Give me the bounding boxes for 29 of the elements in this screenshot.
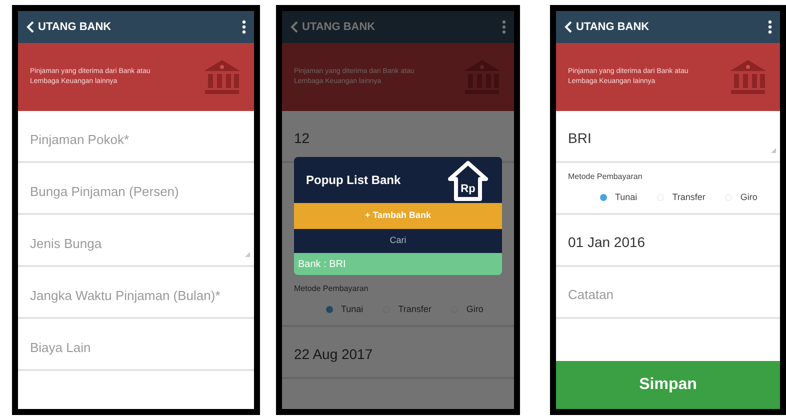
radio-option[interactable]: Giro bbox=[451, 303, 484, 316]
radio-option[interactable]: Tunai bbox=[326, 303, 364, 316]
more-options-icon[interactable] bbox=[242, 20, 246, 34]
payment-method-label: Metode Pembayaran bbox=[568, 171, 644, 183]
input-field[interactable]: Catatan bbox=[556, 266, 780, 318]
bank-icon bbox=[728, 57, 768, 97]
more-options-icon[interactable] bbox=[768, 20, 772, 34]
resize-corner-icon bbox=[245, 252, 250, 257]
house-icon: Rp bbox=[446, 159, 490, 201]
radio-option[interactable]: Tunai bbox=[600, 191, 638, 204]
popup-title: Popup List Bank bbox=[306, 172, 401, 189]
radio-option[interactable]: Giro bbox=[725, 191, 758, 204]
header-title: UTANG BANK bbox=[38, 20, 112, 35]
header-title: UTANG BANK bbox=[576, 20, 650, 35]
input-field[interactable]: 01 Jan 2016 bbox=[556, 214, 780, 266]
payment-method-label: Metode Pembayaran bbox=[294, 283, 370, 295]
bank-list-item[interactable]: Bank : BRI bbox=[294, 253, 502, 275]
add-bank-button[interactable]: + Tambah Bank bbox=[294, 203, 502, 229]
search-field[interactable]: Cari bbox=[294, 229, 502, 253]
back-icon[interactable] bbox=[564, 21, 572, 33]
header-title: UTANG BANK bbox=[302, 20, 376, 35]
save-button[interactable]: Simpan bbox=[556, 361, 780, 409]
bank-icon bbox=[202, 57, 242, 97]
input-field[interactable]: 22 Aug 2017 bbox=[282, 326, 514, 378]
radio-option[interactable]: Transfer bbox=[657, 191, 706, 204]
back-icon[interactable] bbox=[26, 21, 34, 33]
radio-option[interactable]: Transfer bbox=[383, 303, 432, 316]
resize-corner-icon bbox=[771, 148, 776, 153]
bank-icon bbox=[462, 57, 502, 97]
